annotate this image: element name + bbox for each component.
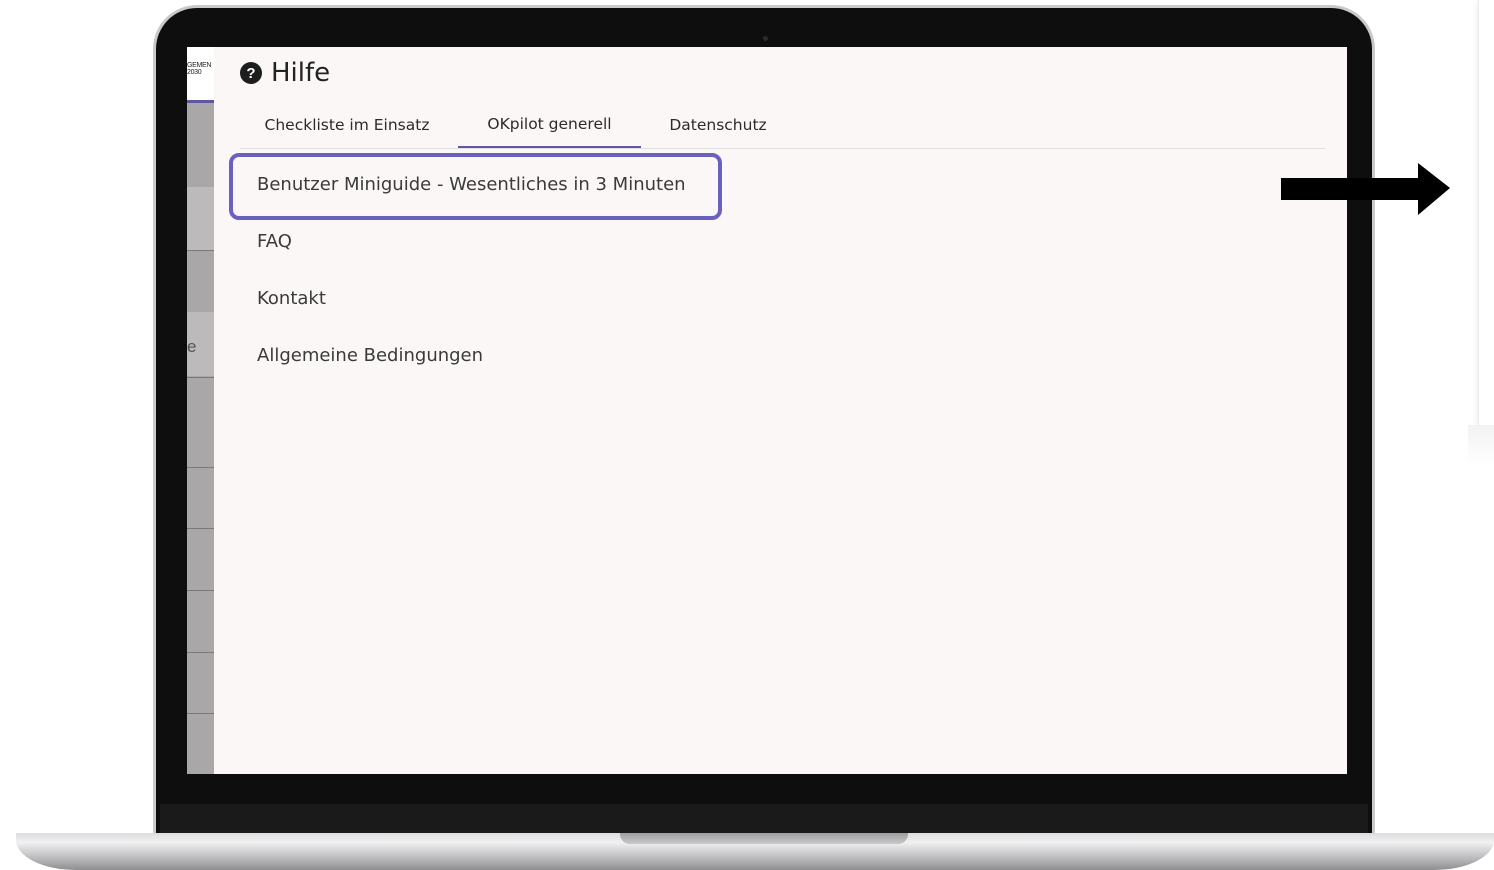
sidebar-divider <box>187 590 214 591</box>
sidebar-divider <box>187 652 214 653</box>
menu-item-kontakt[interactable]: Kontakt <box>257 288 326 309</box>
sidebar-item-label: e <box>187 337 197 356</box>
sidebar-item[interactable] <box>187 187 214 250</box>
page-title: Hilfe <box>271 58 331 88</box>
arrow-right-icon <box>1281 163 1450 215</box>
side-panel-shadow <box>1468 425 1494 465</box>
laptop-notch <box>620 833 908 844</box>
tab-checkliste[interactable]: Checkliste im Einsatz <box>240 102 454 148</box>
sidebar-divider <box>187 713 214 714</box>
side-panel <box>1478 0 1494 425</box>
menu-item-bedingungen[interactable]: Allgemeine Bedingungen <box>257 345 483 366</box>
tab-datenschutz[interactable]: Datenschutz <box>656 102 780 148</box>
tab-bar: Checkliste im Einsatz OKpilot generell D… <box>240 102 1325 149</box>
sidebar: GEMEN 2030 e <box>187 47 214 774</box>
stage: GEMEN 2030 e ? Hilfe Checkliste im Einsa… <box>0 0 1494 870</box>
sidebar-logo-area[interactable]: GEMEN 2030 <box>187 47 214 103</box>
camera <box>763 36 768 41</box>
question-circle-icon: ? <box>240 62 262 84</box>
sidebar-divider <box>187 467 214 468</box>
tab-okpilot-generell[interactable]: OKpilot generell <box>458 102 641 148</box>
sidebar-divider <box>187 250 214 251</box>
menu-item-faq[interactable]: FAQ <box>257 231 292 252</box>
sidebar-logo: GEMEN 2030 <box>187 62 212 76</box>
page-header: ? Hilfe <box>240 57 330 89</box>
sidebar-divider <box>187 377 214 378</box>
highlight-annotation-box <box>229 153 722 220</box>
sidebar-divider <box>187 528 214 529</box>
